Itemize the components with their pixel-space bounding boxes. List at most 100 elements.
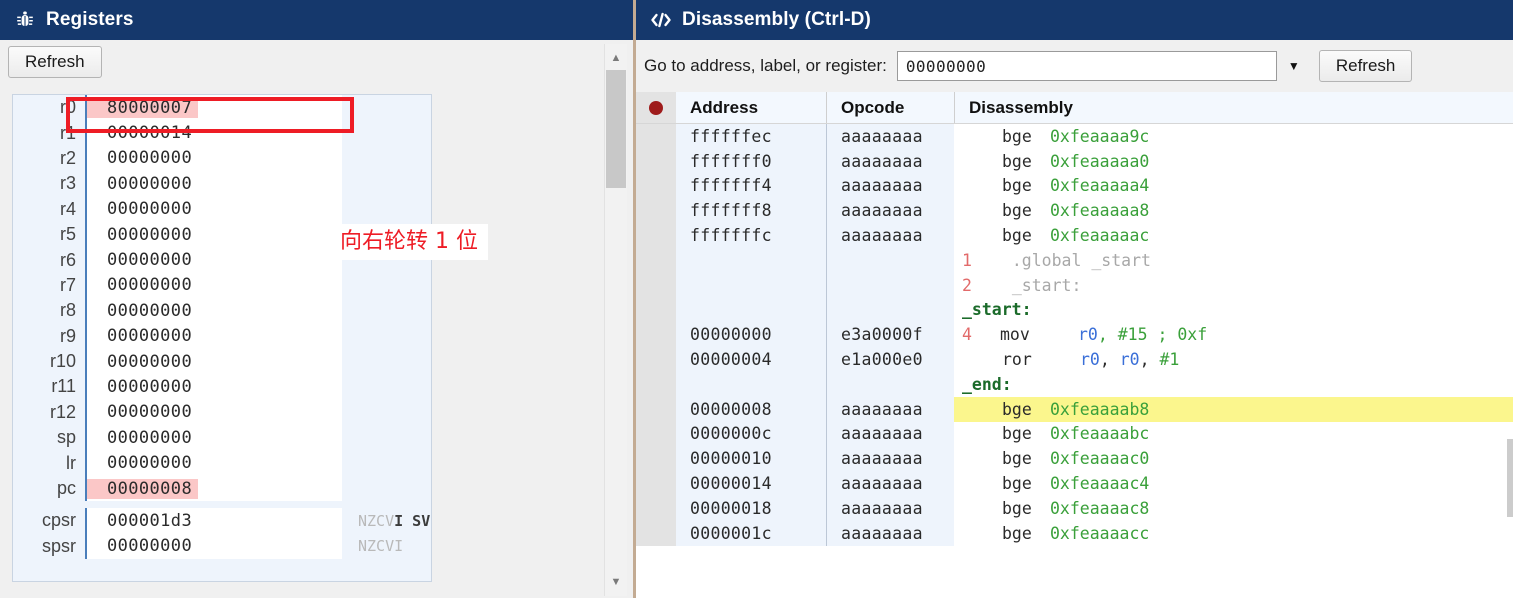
register-value-cell[interactable]: 00000000 <box>87 323 342 349</box>
disassembly-row[interactable]: fffffff4 aaaaaaaa bge 0xfeaaaaa4 <box>636 173 1513 199</box>
register-value-cell[interactable]: 00000000 <box>87 425 342 451</box>
goto-address-input[interactable] <box>896 51 1277 81</box>
chevron-down-icon[interactable]: ▼ <box>1277 51 1311 81</box>
register-value-cell[interactable]: 00000008 <box>87 475 342 502</box>
opcode-cell: aaaaaaaa <box>826 471 954 496</box>
registers-scrollbar[interactable]: ▲ ▼ <box>604 44 627 596</box>
register-row[interactable]: spsr 00000000 NZCVI ? <box>13 533 431 560</box>
address-cell: fffffff0 <box>676 148 826 174</box>
disassembly-row[interactable]: ffffffec aaaaaaaa bge 0xfeaaaa9c <box>636 124 1513 149</box>
disassembly-row[interactable]: fffffff8 aaaaaaaa bge 0xfeaaaaa8 <box>636 198 1513 224</box>
disassembly-row[interactable]: 00000010 aaaaaaaa bge 0xfeaaaac0 <box>636 446 1513 472</box>
bug-icon <box>12 9 38 31</box>
symbol-label: _end: <box>962 374 1012 394</box>
register-name: pc <box>56 478 76 499</box>
register-operand: r0 <box>1080 350 1100 370</box>
breakpoint-cell <box>636 198 676 224</box>
register-value-cell[interactable]: 00000014 <box>87 120 342 146</box>
breakpoint-cell <box>636 247 676 273</box>
breakpoint-cell <box>636 371 676 397</box>
address-column-header[interactable]: Address <box>676 98 826 118</box>
register-value: 00000000 <box>107 148 193 169</box>
disassembly-refresh-button[interactable]: Refresh <box>1318 49 1413 83</box>
register-row[interactable]: lr 00000000 <box>13 450 431 476</box>
mnemonic: bge <box>1002 151 1032 171</box>
registers-panel: Registers Refresh r0 80000007 r1 00000014 r2… <box>0 0 636 598</box>
registers-table[interactable]: r0 80000007 r1 00000014 r2 00000000 r3 00000000… <box>12 94 432 582</box>
address-cell <box>676 272 826 298</box>
scroll-up-arrow-icon[interactable]: ▲ <box>605 48 627 68</box>
register-value-cell[interactable]: 00000000 <box>87 298 342 324</box>
register-row[interactable]: r1 00000014 <box>13 120 431 146</box>
disassembly-row[interactable]: 00000014 aaaaaaaa bge 0xfeaaaac4 <box>636 471 1513 496</box>
register-value-cell[interactable]: 000001d3 <box>87 508 342 534</box>
registers-refresh-button[interactable]: Refresh <box>8 45 102 79</box>
disassembly-scrollbar-thumb[interactable] <box>1507 439 1513 517</box>
register-value-cell[interactable]: 00000000 <box>87 221 342 248</box>
disassembly-cell: 1 .global _start <box>954 248 1513 273</box>
register-value-cell[interactable]: 00000000 <box>87 348 342 375</box>
branch-target: 0xfeaaaac0 <box>1050 449 1150 469</box>
disassembly-row[interactable]: 0000000c aaaaaaaa bge 0xfeaaaabc <box>636 421 1513 447</box>
disassembly-row[interactable]: 0000001c aaaaaaaa bge 0xfeaaaacc <box>636 520 1513 546</box>
opcode-cell: aaaaaaaa <box>826 124 954 149</box>
register-row[interactable]: r2 00000000 <box>13 145 431 172</box>
source-line-number: 4 <box>962 325 972 345</box>
goto-label: Go to address, label, or register: <box>644 56 887 75</box>
branch-target: 0xfeaaaacc <box>1050 523 1150 543</box>
register-name: r12 <box>49 401 76 422</box>
scrollbar-thumb[interactable] <box>606 70 626 188</box>
register-value-cell[interactable]: 00000000 <box>87 374 342 400</box>
breakpoint-cell <box>636 421 676 447</box>
opcode-column-header[interactable]: Opcode <box>826 92 954 123</box>
register-row[interactable]: cpsr 000001d3 NZCVI SVC <box>13 508 431 534</box>
disassembly-scrollbar[interactable] <box>1507 124 1513 590</box>
register-value: 00000000 <box>107 351 193 372</box>
register-value-cell[interactable]: 00000000 <box>87 196 342 222</box>
disassembly-row[interactable]: 00000000 e3a0000f 4 mov r0, #15 ; 0xf <box>636 322 1513 348</box>
register-value-cell[interactable]: 80000007 <box>87 95 342 121</box>
branch-target: 0xfeaaaac4 <box>1050 474 1150 494</box>
register-row[interactable]: r9 00000000 <box>13 323 431 349</box>
breakpoint-column-header[interactable] <box>636 92 676 123</box>
breakpoint-cell <box>636 297 676 323</box>
branch-target: 0xfeaaaabc <box>1050 424 1150 444</box>
disassembly-row[interactable]: _start: <box>636 297 1513 323</box>
register-row[interactable]: r7 00000000 <box>13 272 431 299</box>
register-value: 00000014 <box>107 123 193 144</box>
disassembly-column-header-label[interactable]: Disassembly <box>954 92 1513 123</box>
disassembly-row[interactable]: 00000018 aaaaaaaa bge 0xfeaaaac8 <box>636 495 1513 521</box>
address-cell <box>676 247 826 273</box>
register-row[interactable]: r4 00000000 <box>13 196 431 222</box>
mnemonic: bge <box>1002 474 1032 494</box>
register-value-cell[interactable]: 00000000 <box>87 450 342 476</box>
register-row[interactable]: r3 00000000 <box>13 171 431 197</box>
register-row[interactable]: pc 00000008 <box>13 475 431 502</box>
register-value: 00000000 <box>107 402 193 423</box>
disassembly-rows[interactable]: ffffffec aaaaaaaa bge 0xfeaaaa9c fffffff0 aaa… <box>636 124 1513 590</box>
register-row[interactable]: sp 00000000 <box>13 425 431 451</box>
breakpoint-cell <box>636 347 676 372</box>
breakpoint-dot-icon[interactable] <box>649 100 663 115</box>
register-value-cell[interactable]: 00000000 <box>87 272 342 299</box>
disassembly-row[interactable]: _end: <box>636 371 1513 397</box>
register-row[interactable]: r11 00000000 <box>13 374 431 400</box>
disassembly-cell: bge 0xfeaaaa9c <box>954 124 1513 149</box>
register-value-cell[interactable]: 00000000 <box>87 399 342 426</box>
disassembly-row[interactable]: fffffffc aaaaaaaa bge 0xfeaaaaac <box>636 223 1513 248</box>
scroll-down-arrow-icon[interactable]: ▼ <box>605 572 627 592</box>
disassembly-row[interactable]: fffffff0 aaaaaaaa bge 0xfeaaaaa0 <box>636 148 1513 174</box>
register-row[interactable]: r8 00000000 <box>13 298 431 324</box>
disassembly-row[interactable]: 2 _start: <box>636 272 1513 298</box>
register-value-cell[interactable]: 00000000 <box>87 247 342 273</box>
disassembly-row[interactable]: 00000004 e1a000e0 ror r0, r0, #1 <box>636 347 1513 372</box>
register-row[interactable]: r10 00000000 <box>13 348 431 375</box>
register-row[interactable]: r0 80000007 <box>13 95 431 121</box>
register-value-cell[interactable]: 00000000 <box>87 171 342 197</box>
disassembly-row[interactable]: 00000008 aaaaaaaa bge 0xfeaaaab8 <box>636 396 1513 422</box>
register-value-cell[interactable]: 00000000 <box>87 145 342 172</box>
disassembly-row[interactable]: 1 .global _start <box>636 247 1513 273</box>
disassembly-cell: bge 0xfeaaaaa8 <box>954 198 1513 223</box>
register-value-cell[interactable]: 00000000 <box>87 533 342 560</box>
register-row[interactable]: r12 00000000 <box>13 399 431 426</box>
